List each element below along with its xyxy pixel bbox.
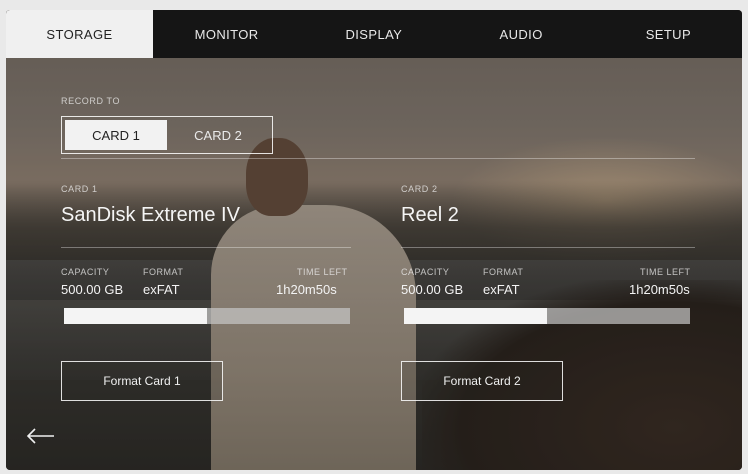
storage-screen: STORAGE MONITOR DISPLAY AUDIO SETUP RECO… bbox=[6, 10, 742, 470]
format-card2-button[interactable]: Format Card 2 bbox=[401, 361, 563, 401]
record-to-selector: CARD 1 CARD 2 bbox=[61, 116, 273, 154]
card2-time-left-label: TIME LEFT bbox=[640, 267, 691, 277]
record-to-label: RECORD TO bbox=[61, 96, 121, 106]
card1-capacity-label: CAPACITY bbox=[61, 267, 110, 277]
card1-capacity-value: 500.00 GB bbox=[61, 282, 124, 297]
card1-usage-fill bbox=[64, 308, 207, 324]
card2-format-label: FORMAT bbox=[483, 267, 524, 277]
card2-usage-fill bbox=[404, 308, 547, 324]
format-card1-button[interactable]: Format Card 1 bbox=[61, 361, 223, 401]
card2-time-left-value: 1h20m50s bbox=[629, 282, 690, 297]
card2-format-value: exFAT bbox=[483, 282, 520, 297]
card1-format-label: FORMAT bbox=[143, 267, 184, 277]
card1-usage-bar bbox=[64, 308, 350, 324]
storage-content: RECORD TO CARD 1 CARD 2 CARD 1 SanDisk E… bbox=[6, 10, 742, 470]
card1-name: SanDisk Extreme IV bbox=[61, 204, 240, 226]
divider bbox=[61, 247, 351, 248]
card2-usage-bar bbox=[404, 308, 690, 324]
card1-time-left-label: TIME LEFT bbox=[297, 267, 348, 277]
arrow-left-icon[interactable] bbox=[26, 428, 56, 444]
card1-format-value: exFAT bbox=[143, 282, 180, 297]
card2-capacity-value: 500.00 GB bbox=[401, 282, 464, 297]
card1-time-left-value: 1h20m50s bbox=[276, 282, 337, 297]
divider bbox=[401, 247, 695, 248]
divider bbox=[61, 158, 695, 159]
record-to-card1-button[interactable]: CARD 1 bbox=[65, 120, 167, 150]
card2-name: Reel 2 bbox=[401, 204, 459, 226]
card1-slot-label: CARD 1 bbox=[61, 184, 98, 194]
card2-slot-label: CARD 2 bbox=[401, 184, 438, 194]
record-to-card2-button[interactable]: CARD 2 bbox=[167, 120, 269, 150]
card2-capacity-label: CAPACITY bbox=[401, 267, 450, 277]
